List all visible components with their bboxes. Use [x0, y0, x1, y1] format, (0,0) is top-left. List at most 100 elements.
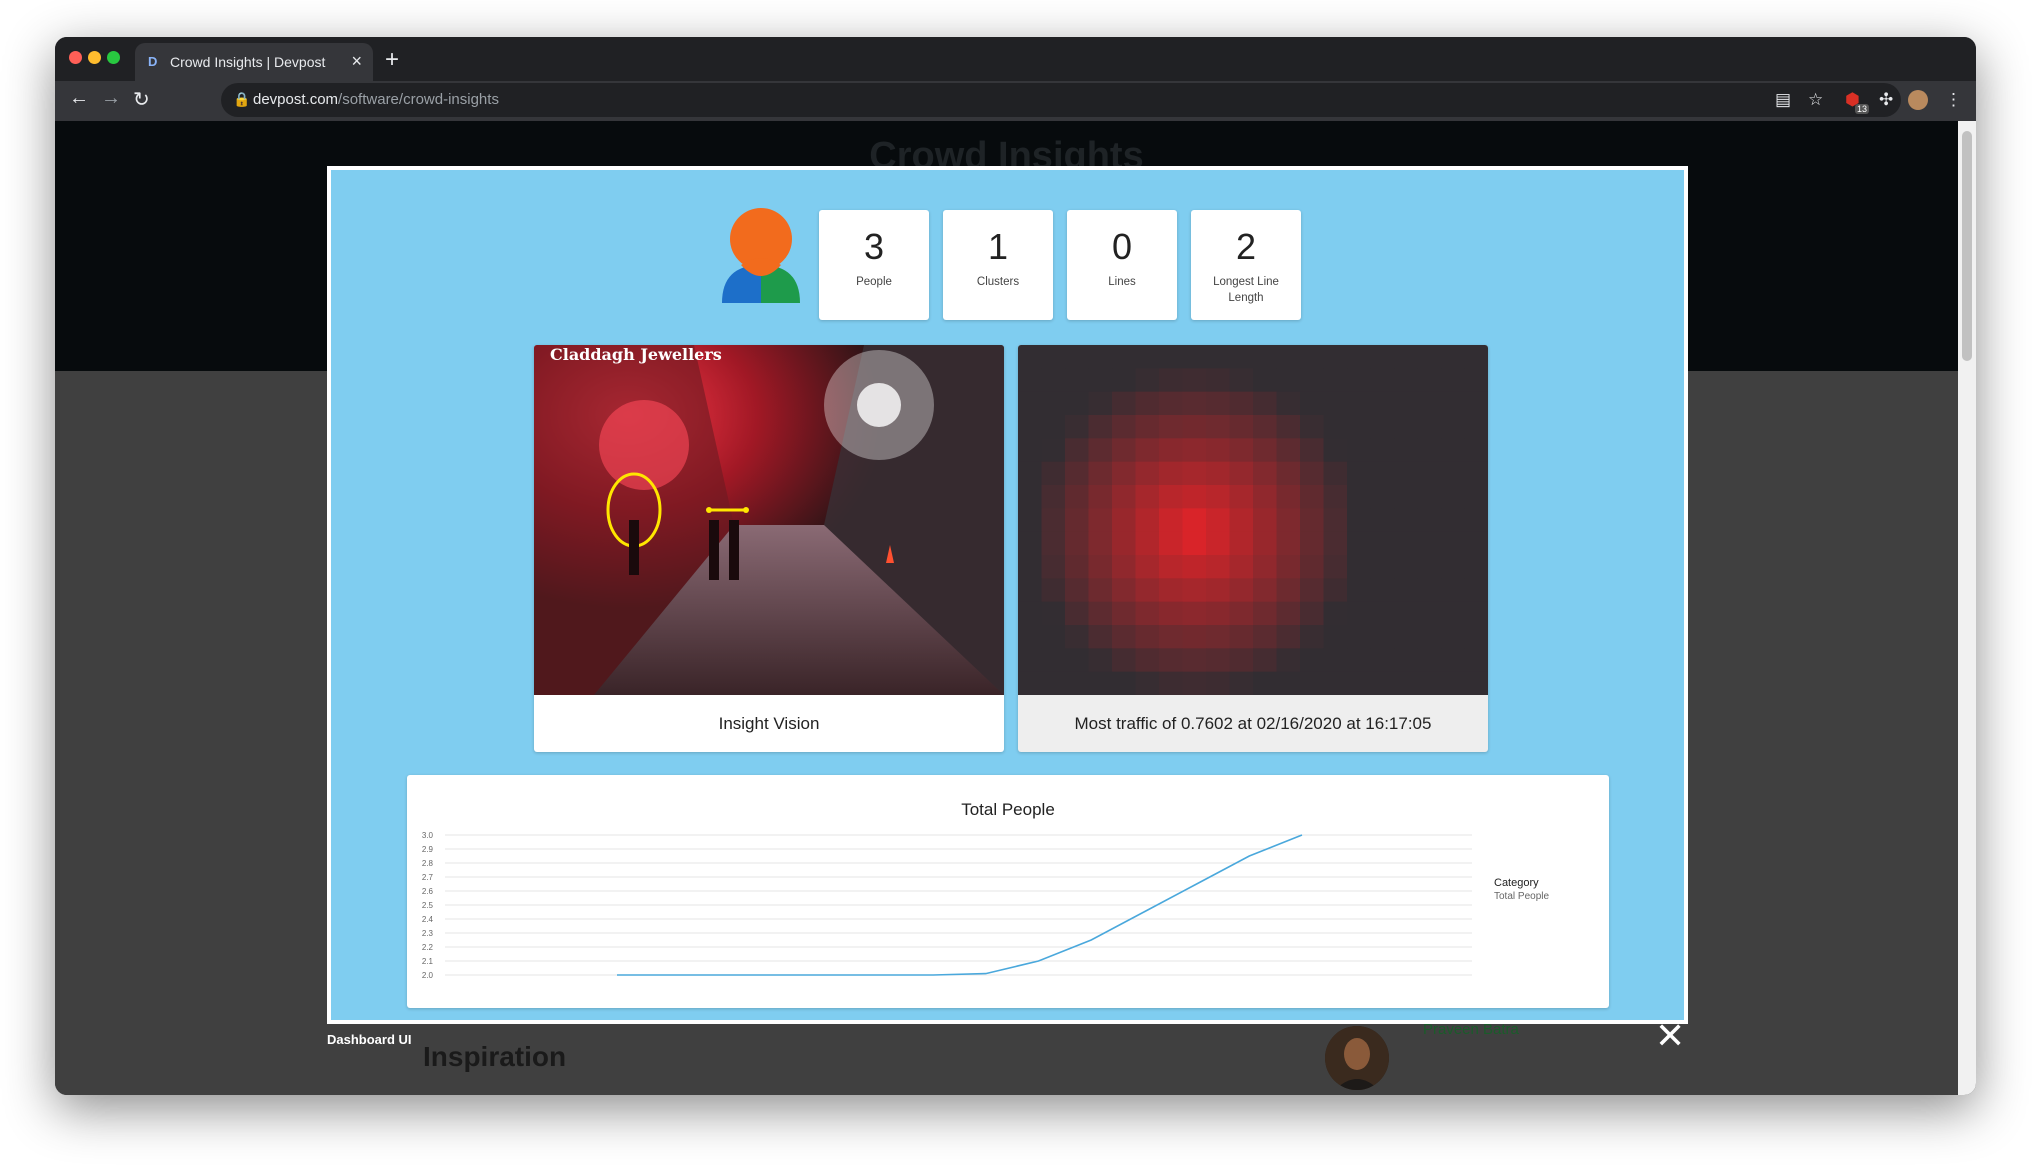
heatmap-cell	[1276, 555, 1301, 579]
heatmap-cell	[1417, 648, 1442, 673]
maximize-window-button[interactable]	[107, 51, 120, 64]
heatmap-cell	[1347, 415, 1371, 439]
heatmap-cell	[1018, 671, 1042, 695]
heatmap-cell	[1276, 601, 1301, 626]
heatmap-cell	[1182, 438, 1207, 463]
back-arrow-icon[interactable]: ←	[69, 87, 89, 110]
heatmap-cell	[1323, 461, 1348, 486]
address-bar[interactable]: 🔒 devpost.com/software/crowd-insights	[221, 83, 1901, 117]
heatmap-cell	[1018, 345, 1042, 369]
heatmap-cell	[1464, 485, 1488, 509]
browser-tab[interactable]: D Crowd Insights | Devpost ×	[135, 43, 373, 81]
heatmap-cell	[1347, 648, 1371, 673]
heatmap-cell	[1441, 648, 1465, 673]
heatmap-cell	[1088, 415, 1113, 439]
heatmap-cell	[1182, 625, 1207, 649]
heatmap-cell	[1300, 345, 1324, 369]
minimize-window-button[interactable]	[88, 51, 101, 64]
heatmap-cell	[1323, 601, 1348, 626]
heatmap-cell	[1323, 531, 1348, 556]
heatmap-cell	[1441, 391, 1465, 416]
heatmap-cell	[1112, 438, 1136, 463]
stat-value: 0	[1111, 226, 1133, 267]
crowd-insights-logo	[721, 207, 801, 307]
heatmap-cell	[1323, 345, 1348, 369]
heatmap-cell	[1018, 415, 1042, 439]
heatmap-cell	[1206, 345, 1230, 369]
heatmap-cell	[1065, 461, 1089, 486]
camera-overlay-label: Claddagh Jewellers	[550, 345, 722, 364]
heatmap-cell	[1370, 625, 1395, 649]
heatmap-cell	[1394, 625, 1418, 649]
heatmap-cell	[1018, 485, 1042, 509]
heatmap-cell	[1323, 485, 1348, 509]
heatmap-cell	[1206, 438, 1230, 463]
y-tick-label: 2.8	[422, 859, 434, 868]
forward-arrow-icon[interactable]: →	[101, 87, 121, 110]
heatmap-cell	[1441, 368, 1465, 393]
heatmap-cell	[1206, 368, 1230, 393]
heatmap-cell	[1112, 461, 1136, 486]
heatmap-cell	[1300, 648, 1324, 673]
heatmap-cell	[1300, 391, 1324, 416]
heatmap-cell	[1300, 671, 1324, 695]
heatmap-cell	[1159, 345, 1183, 369]
heatmap-cell	[1229, 601, 1254, 626]
heatmap-cell	[1464, 438, 1488, 463]
scrollbar-thumb[interactable]	[1962, 131, 1972, 361]
stat-label: Longest Line Length	[1213, 276, 1279, 304]
page-scrollbar[interactable]	[1958, 121, 1976, 1095]
heatmap-cell	[1347, 578, 1371, 603]
heatmap-cell	[1370, 368, 1395, 393]
heatmap-cell	[1417, 578, 1442, 603]
heatmap-cell	[1229, 415, 1254, 439]
heatmap-cell	[1370, 508, 1395, 533]
heatmap-cell	[1206, 485, 1230, 509]
heatmap-cell	[1276, 345, 1301, 369]
heatmap-cell	[1441, 461, 1465, 486]
heatmap-cell	[1229, 531, 1254, 556]
heatmap-cell	[1041, 345, 1066, 369]
stat-label: Clusters	[976, 276, 1020, 288]
new-tab-button[interactable]: +	[385, 46, 399, 74]
heatmap-cell	[1370, 555, 1395, 579]
stat-card-longest-line: 2 Longest Line Length	[1191, 210, 1301, 320]
heatmap-cell	[1112, 531, 1136, 556]
heatmap-cell	[1112, 345, 1136, 369]
heatmap-cell	[1065, 485, 1089, 509]
menu-kebab-icon[interactable]: ⋮	[1945, 90, 1962, 110]
heatmap-cell	[1300, 438, 1324, 463]
close-window-button[interactable]	[69, 51, 82, 64]
heatmap-cell	[1065, 625, 1089, 649]
heatmap-cell	[1253, 438, 1277, 463]
heatmap-cell	[1253, 531, 1277, 556]
heatmap-cell	[1182, 578, 1207, 603]
heatmap-cell	[1323, 625, 1348, 649]
heatmap-cell	[1065, 345, 1089, 369]
reader-mode-icon[interactable]: ▤	[1775, 90, 1791, 110]
heatmap-cell	[1253, 485, 1277, 509]
heatmap-cell	[1088, 508, 1113, 533]
close-modal-icon[interactable]: ✕	[1655, 1018, 1685, 1054]
author-avatar[interactable]	[1325, 1026, 1389, 1090]
heatmap-cell	[1088, 531, 1113, 556]
profile-avatar-icon[interactable]	[1908, 90, 1928, 110]
heatmap-cell	[1159, 485, 1183, 509]
stat-value: 3	[863, 226, 885, 267]
heatmap-cell	[1253, 671, 1277, 695]
reload-icon[interactable]: ↻	[133, 87, 150, 112]
bookmark-star-icon[interactable]: ☆	[1808, 90, 1823, 110]
heatmap-cell	[1300, 461, 1324, 486]
heatmap-cell	[1253, 578, 1277, 603]
heatmap-cell	[1112, 555, 1136, 579]
heatmap-cell	[1441, 415, 1465, 439]
y-tick-label: 3.0	[422, 831, 434, 840]
heatmap-cell	[1088, 485, 1113, 509]
heatmap-cell	[1464, 461, 1488, 486]
heatmap-cell	[1229, 648, 1254, 673]
heatmap-cell	[1159, 461, 1183, 486]
heatmap-cell	[1464, 345, 1488, 369]
puzzle-extensions-icon[interactable]: ✣	[1879, 90, 1893, 110]
heatmap-cell	[1300, 485, 1324, 509]
tab-close-icon[interactable]: ×	[351, 51, 362, 72]
